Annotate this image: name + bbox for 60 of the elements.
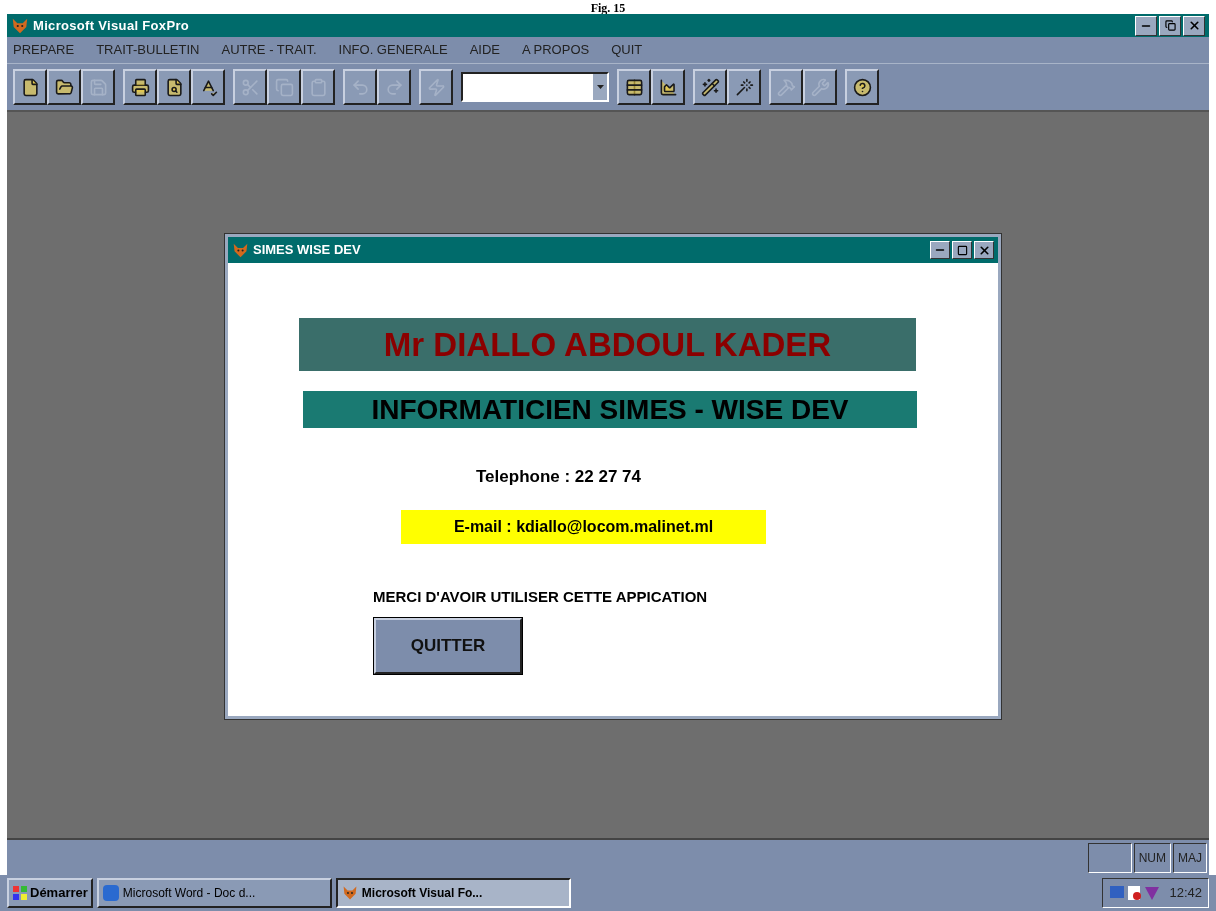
- combo-box[interactable]: [461, 72, 609, 102]
- toolbar-button[interactable]: [419, 69, 453, 105]
- minimize-button[interactable]: [930, 241, 950, 259]
- toolbar-button[interactable]: [377, 69, 411, 105]
- toolbar-button[interactable]: [301, 69, 335, 105]
- menu-item[interactable]: QUIT: [611, 40, 643, 60]
- toolbar-button[interactable]: [233, 69, 267, 105]
- windows-logo-icon: [12, 885, 28, 901]
- status-panel: [1087, 843, 1132, 873]
- toolbar-button[interactable]: [267, 69, 301, 105]
- menu-item[interactable]: AUTRE - TRAIT.: [221, 40, 317, 60]
- toolbar-button[interactable]: [617, 69, 651, 105]
- toolbar-button[interactable]: [651, 69, 685, 105]
- maximize-icon: [956, 244, 968, 256]
- fox-logo-icon: [341, 885, 358, 901]
- toolbar-button[interactable]: [693, 69, 727, 105]
- word-icon: [102, 885, 119, 901]
- email-text: E-mail : kdiallo@locom.malinet.ml: [453, 516, 714, 537]
- restore-icon: [1164, 20, 1176, 31]
- toolbar-button[interactable]: [343, 69, 377, 105]
- restore-button[interactable]: [1159, 15, 1181, 36]
- thanks-text: MERCI D'AVOIR UTILISER CETTE APPICATION: [373, 586, 709, 607]
- status-indicator: NUM: [1133, 843, 1171, 873]
- close-button[interactable]: [974, 241, 994, 259]
- taskbar-task[interactable]: Microsoft Visual Fo...: [335, 878, 571, 908]
- minimize-button[interactable]: [1135, 15, 1157, 36]
- dropdown-button[interactable]: [593, 74, 607, 100]
- fox-logo-icon: [232, 241, 249, 259]
- toolbar-button[interactable]: [13, 69, 47, 105]
- menu-item[interactable]: TRAIT-BULLETIN: [96, 40, 200, 60]
- toolbar-button[interactable]: [769, 69, 803, 105]
- taskbar-task[interactable]: Microsoft Word - Doc d...: [96, 878, 332, 908]
- close-icon: [977, 243, 991, 257]
- start-button[interactable]: Démarrer: [7, 878, 93, 908]
- menu-item[interactable]: A PROPOS: [522, 40, 590, 60]
- name-text: Mr DIALLO ABDOUL KADER: [383, 324, 832, 365]
- quit-button[interactable]: QUITTER: [374, 618, 522, 674]
- toolbar-button[interactable]: [845, 69, 879, 105]
- toolbar-button[interactable]: [157, 69, 191, 105]
- status-indicator: MAJ: [1173, 843, 1207, 873]
- maximize-button[interactable]: [952, 241, 972, 259]
- dialog-title: SIMES WISE DEV: [253, 241, 361, 260]
- menu-item[interactable]: AIDE: [469, 40, 500, 60]
- dropdown-arrow-icon: [596, 85, 604, 89]
- close-icon: [1187, 19, 1201, 32]
- toolbar-button[interactable]: [81, 69, 115, 105]
- toolbar-button[interactable]: [727, 69, 761, 105]
- toolbar-button[interactable]: [191, 69, 225, 105]
- menu-item[interactable]: PREPARE: [13, 40, 75, 60]
- toolbar-button[interactable]: [123, 69, 157, 105]
- role-text: INFORMATICIEN SIMES - WISE DEV: [371, 392, 849, 427]
- fox-logo-icon: [11, 16, 29, 35]
- telephone-text: Telephone : 22 27 74: [476, 466, 643, 488]
- tray-icons-drawing: [1109, 884, 1162, 902]
- close-button[interactable]: [1183, 15, 1205, 36]
- clock: 12:42: [1169, 884, 1202, 903]
- toolbar-button[interactable]: [47, 69, 81, 105]
- window-title: Microsoft Visual FoxPro: [33, 16, 190, 35]
- menu-item[interactable]: INFO. GENERALE: [338, 40, 448, 60]
- toolbar-button[interactable]: [803, 69, 837, 105]
